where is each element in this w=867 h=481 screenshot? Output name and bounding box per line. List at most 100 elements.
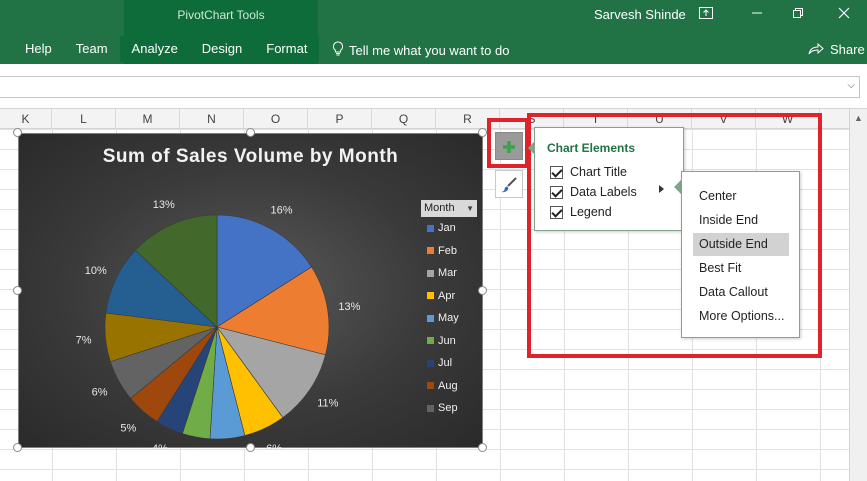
tab-analyze[interactable]: Analyze <box>119 36 190 62</box>
data-label-oct[interactable]: 7% <box>76 335 92 347</box>
legend-swatch <box>427 224 434 232</box>
legend-label: Feb <box>438 244 457 257</box>
legend-label: Apr <box>438 289 456 302</box>
tab-design[interactable]: Design <box>189 36 255 62</box>
ribbon-display-options-icon[interactable] <box>694 4 718 26</box>
data-label-nov[interactable]: 10% <box>85 265 107 277</box>
tab-format[interactable]: Format <box>254 36 320 62</box>
restore-icon[interactable] <box>786 4 810 26</box>
lightbulb-icon <box>332 41 344 59</box>
data-label-mar[interactable]: 11% <box>317 397 338 409</box>
data-label-option-inside-end[interactable]: Inside End <box>693 209 789 232</box>
pie-chart[interactable]: 16%13%11%6%5%4%4%5%6%7%10%13% <box>19 134 484 449</box>
legend-item-sep[interactable]: Sep <box>421 397 477 420</box>
data-label-option-more-options[interactable]: More Options... <box>693 305 789 328</box>
legend-item-jan[interactable]: Jan <box>421 217 477 240</box>
legend-swatch <box>427 337 434 345</box>
legend-swatch <box>427 382 434 390</box>
share-label: Share <box>830 42 865 57</box>
legend-item-aug[interactable]: Aug <box>421 375 477 398</box>
formula-input[interactable]: ⌵ <box>0 76 860 98</box>
chart-element-legend[interactable]: Legend <box>550 203 612 221</box>
chart-element-chart-title[interactable]: Chart Title <box>550 163 627 181</box>
share-button[interactable]: Share <box>808 41 865 58</box>
legend-label: Jan <box>438 222 456 235</box>
column-header[interactable]: O <box>244 109 308 129</box>
legend-label: Sep <box>438 402 458 415</box>
dropdown-arrow-icon: ▼ <box>466 204 474 213</box>
resize-handle[interactable] <box>13 443 22 452</box>
data-label-aug[interactable]: 5% <box>120 423 136 435</box>
scroll-up-icon[interactable]: ▲ <box>854 113 863 123</box>
resize-handle[interactable] <box>246 128 255 137</box>
data-label-option-data-callout[interactable]: Data Callout <box>693 281 789 304</box>
data-label-option-center[interactable]: Center <box>693 185 789 208</box>
legend-swatch <box>427 359 434 367</box>
data-labels-submenu: Center Inside End Outside End Best Fit D… <box>681 171 800 338</box>
legend-label: Aug <box>438 379 458 392</box>
resize-handle[interactable] <box>246 443 255 452</box>
legend-label: Jun <box>438 334 456 347</box>
data-label-option-outside-end[interactable]: Outside End <box>693 233 789 256</box>
column-header[interactable]: Q <box>372 109 436 129</box>
submenu-arrow-icon[interactable] <box>659 185 664 193</box>
column-header[interactable]: K <box>0 109 52 129</box>
chart-element-label: Data Labels <box>570 185 637 199</box>
chart-element-label: Legend <box>570 205 612 219</box>
legend-item-jul[interactable]: Jul <box>421 352 477 375</box>
data-label-apr[interactable]: 6% <box>266 443 282 449</box>
resize-handle[interactable] <box>13 286 22 295</box>
column-header[interactable]: L <box>52 109 116 129</box>
chart-legend[interactable]: Month ▼ Jan Feb Mar Apr May Jun Jul Aug Sep <box>421 200 477 420</box>
share-icon <box>808 41 824 58</box>
data-label-feb[interactable]: 13% <box>338 301 360 313</box>
legend-title: Month <box>424 202 455 214</box>
ribbon: PivotChart Tools Sarvesh Shinde Help Tea… <box>0 0 867 64</box>
legend-field-button[interactable]: Month ▼ <box>421 200 477 217</box>
expand-formula-bar-icon[interactable]: ⌵ <box>847 80 855 91</box>
legend-item-apr[interactable]: Apr <box>421 285 477 308</box>
data-label-dec[interactable]: 13% <box>153 199 175 211</box>
tell-me-text: Tell me what you want to do <box>349 42 510 58</box>
tell-me-search[interactable]: Tell me what you want to do <box>332 41 509 59</box>
column-header[interactable]: N <box>180 109 244 129</box>
column-header[interactable]: M <box>116 109 180 129</box>
chart-styles-button[interactable] <box>495 170 523 198</box>
data-label-jan[interactable]: 16% <box>271 205 293 217</box>
data-label-sep[interactable]: 6% <box>92 387 108 399</box>
legend-item-mar[interactable]: Mar <box>421 262 477 285</box>
data-label-jul[interactable]: 4% <box>152 443 168 449</box>
tab-team[interactable]: Team <box>64 36 120 62</box>
resize-handle[interactable] <box>478 443 487 452</box>
pivot-chart[interactable]: Sum of Sales Volume by Month 16%13%11%6%… <box>18 133 484 449</box>
checkbox-checked-icon[interactable] <box>550 185 563 199</box>
resize-handle[interactable] <box>13 128 22 137</box>
tab-help[interactable]: Help <box>0 36 64 62</box>
checkbox-checked-icon[interactable] <box>550 165 563 179</box>
legend-label: May <box>438 312 459 325</box>
legend-label: Mar <box>438 267 457 280</box>
column-header[interactable]: P <box>308 109 372 129</box>
vertical-scrollbar[interactable]: ▲ <box>849 109 867 481</box>
legend-items: Jan Feb Mar Apr May Jun Jul Aug Sep <box>421 217 477 420</box>
ribbon-tabs: Help Team Analyze Design Format <box>0 36 320 62</box>
context-tab-title: PivotChart Tools <box>177 8 265 22</box>
chart-elements-title: Chart Elements <box>547 141 636 155</box>
data-label-option-best-fit[interactable]: Best Fit <box>693 257 789 280</box>
paintbrush-icon <box>500 176 518 192</box>
chart-element-data-labels[interactable]: Data Labels <box>550 183 637 201</box>
minimize-icon[interactable] <box>745 4 769 26</box>
submenu-pointer <box>674 180 681 194</box>
resize-handle[interactable] <box>478 128 487 137</box>
legend-label: Jul <box>438 357 453 370</box>
legend-item-feb[interactable]: Feb <box>421 240 477 263</box>
legend-swatch <box>427 269 434 277</box>
resize-handle[interactable] <box>478 286 487 295</box>
formula-bar: ⌵ <box>0 64 867 109</box>
checkbox-checked-icon[interactable] <box>550 205 563 219</box>
user-name[interactable]: Sarvesh Shinde <box>594 7 686 22</box>
close-icon[interactable] <box>832 4 856 26</box>
legend-item-jun[interactable]: Jun <box>421 330 477 353</box>
legend-item-may[interactable]: May <box>421 307 477 330</box>
legend-swatch <box>427 314 434 322</box>
